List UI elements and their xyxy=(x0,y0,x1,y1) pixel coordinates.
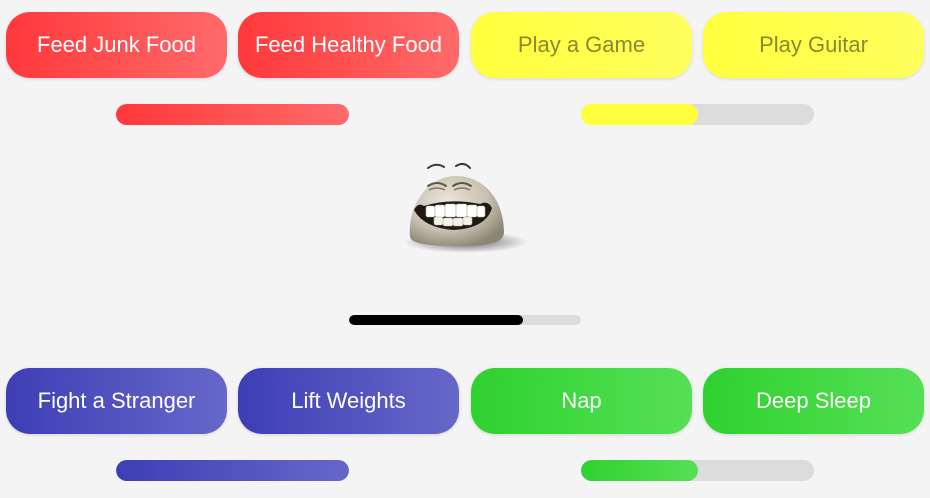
deep-sleep-button[interactable]: Deep Sleep xyxy=(703,368,924,434)
feed-healthy-food-button[interactable]: Feed Healthy Food xyxy=(238,12,459,78)
energy-meter-fill xyxy=(581,460,698,481)
energy-meter xyxy=(581,460,814,481)
overall-meter xyxy=(349,315,581,325)
food-meter-fill xyxy=(116,104,349,125)
strength-meter xyxy=(116,460,349,481)
grinning-blob-creature-icon xyxy=(400,162,530,258)
food-meter xyxy=(116,104,349,125)
play-a-game-button[interactable]: Play a Game xyxy=(471,12,692,78)
lift-weights-button[interactable]: Lift Weights xyxy=(238,368,459,434)
fight-a-stranger-button[interactable]: Fight a Stranger xyxy=(6,368,227,434)
fun-meter-fill xyxy=(581,104,698,125)
nap-button[interactable]: Nap xyxy=(471,368,692,434)
strength-meter-fill xyxy=(116,460,349,481)
overall-meter-fill xyxy=(349,315,523,325)
feed-junk-food-button[interactable]: Feed Junk Food xyxy=(6,12,227,78)
play-guitar-button[interactable]: Play Guitar xyxy=(703,12,924,78)
fun-meter xyxy=(581,104,814,125)
